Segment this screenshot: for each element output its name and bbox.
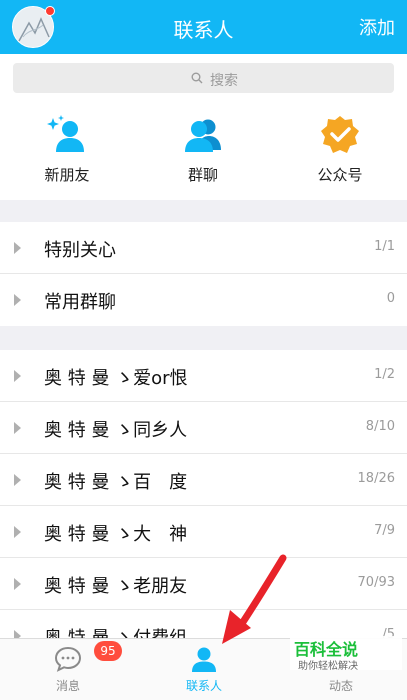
expand-arrow-icon bbox=[14, 422, 21, 434]
search-icon bbox=[191, 72, 203, 84]
group-label: 奥 特 曼 ゝ同乡人 bbox=[44, 420, 188, 441]
group-row[interactable]: 奥 特 曼 ゝ同乡人 8/10 bbox=[0, 402, 407, 454]
group-count: 0 bbox=[386, 291, 395, 306]
search-input[interactable]: 搜索 bbox=[13, 63, 394, 93]
search-placeholder: 搜索 bbox=[210, 73, 238, 89]
expand-arrow-icon bbox=[14, 242, 21, 254]
group-count: 8/10 bbox=[365, 419, 395, 434]
public-account-icon bbox=[321, 116, 359, 153]
section-divider bbox=[0, 200, 407, 222]
group-label: 特别关心 bbox=[44, 240, 116, 261]
tab-label-feeds: 动态 bbox=[328, 679, 353, 693]
search-section: 搜索 bbox=[0, 54, 407, 104]
contacts-screen: 联系人 添加 搜索 新朋友 群聊 公众号 特别关心 1/1 常用群聊 0 奥 特… bbox=[0, 0, 407, 700]
group-row[interactable]: 奥 特 曼 ゝ老朋友 70/93 bbox=[0, 558, 407, 610]
group-row[interactable]: 奥 特 曼 ゝ爱or恨 1/2 bbox=[0, 350, 407, 402]
group-count: 70/93 bbox=[357, 575, 395, 590]
new-friend-icon bbox=[47, 115, 84, 152]
special-group-list: 特别关心 1/1 常用群聊 0 bbox=[0, 222, 407, 326]
page-title: 联系人 bbox=[173, 18, 234, 42]
expand-arrow-icon bbox=[14, 578, 21, 590]
expand-arrow-icon bbox=[14, 370, 21, 382]
tab-label-messages: 消息 bbox=[55, 679, 80, 693]
group-row[interactable]: 奥 特 曼 ゝ百 度 18/26 bbox=[0, 454, 407, 506]
group-chat-icon bbox=[185, 119, 221, 152]
tab-messages[interactable]: 95 消息 bbox=[18, 639, 122, 700]
section-divider bbox=[0, 326, 407, 350]
group-label: 奥 特 曼 ゝ百 度 bbox=[44, 472, 188, 493]
group-label: 奥 特 曼 ゝ老朋友 bbox=[44, 576, 188, 597]
message-icon bbox=[54, 646, 82, 672]
tab-label-contacts: 联系人 bbox=[185, 679, 222, 693]
expand-arrow-icon bbox=[14, 526, 21, 538]
watermark-logo: 百科全说 助你轻松解决 bbox=[290, 636, 402, 672]
group-row[interactable]: 奥 特 曼 ゝ大 神 7/9 bbox=[0, 506, 407, 558]
group-count: 1/2 bbox=[374, 367, 395, 382]
quick-actions: 新朋友 群聊 公众号 bbox=[0, 104, 407, 200]
contacts-icon bbox=[192, 647, 216, 672]
add-button[interactable]: 添加 bbox=[359, 14, 395, 40]
public-account-button[interactable]: 公众号 bbox=[300, 114, 380, 185]
new-friend-button[interactable]: 新朋友 bbox=[27, 114, 107, 185]
group-label: 常用群聊 bbox=[44, 292, 116, 313]
expand-arrow-icon bbox=[14, 294, 21, 306]
group-count: 1/1 bbox=[374, 239, 395, 254]
top-bar: 联系人 添加 bbox=[0, 0, 407, 54]
quick-label-public-account: 公众号 bbox=[317, 166, 363, 184]
unread-badge: 95 bbox=[94, 641, 122, 661]
friend-group-list: 奥 特 曼 ゝ爱or恨 1/2 奥 特 曼 ゝ同乡人 8/10 奥 特 曼 ゝ百… bbox=[0, 350, 407, 662]
quick-label-new-friend: 新朋友 bbox=[44, 166, 90, 184]
group-chat-button[interactable]: 群聊 bbox=[163, 114, 243, 185]
group-label: 奥 特 曼 ゝ爱or恨 bbox=[44, 368, 188, 389]
quick-label-group-chat: 群聊 bbox=[187, 166, 218, 184]
tab-contacts[interactable]: 联系人 bbox=[154, 639, 254, 700]
group-row-special-care[interactable]: 特别关心 1/1 bbox=[0, 222, 407, 274]
watermark-subtitle: 助你轻松解决 bbox=[298, 661, 358, 672]
group-row-frequent-groups[interactable]: 常用群聊 0 bbox=[0, 274, 407, 326]
group-count: 18/26 bbox=[357, 471, 395, 486]
group-count: 7/9 bbox=[374, 523, 395, 538]
group-label: 奥 特 曼 ゝ大 神 bbox=[44, 524, 188, 545]
expand-arrow-icon bbox=[14, 474, 21, 486]
